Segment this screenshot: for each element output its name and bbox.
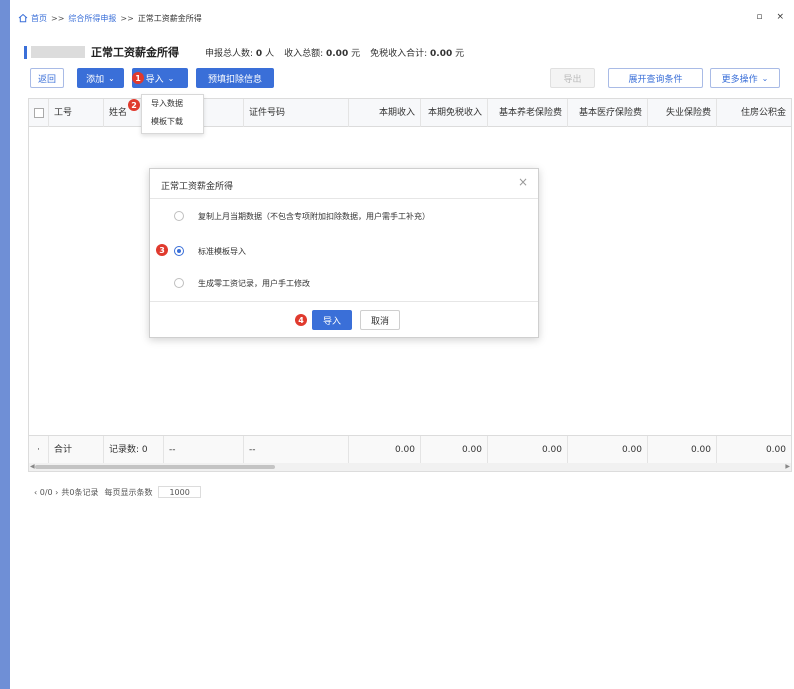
summary-row: · 合计 记录数: 0 -- -- 0.00 0.00 0.00 0.00 0.… [29, 435, 791, 464]
step-badge-1: 1 [132, 72, 144, 84]
scroll-left-icon[interactable]: ◀ [30, 463, 35, 471]
pagination: ‹ 0/0 › 共0条记录 每页显示条数 1000 [34, 486, 201, 498]
chevron-down-icon: ⌄ [108, 73, 115, 83]
total-records: 共0条记录 [61, 487, 99, 497]
summary-cell: 0.00 [568, 436, 648, 464]
import-dialog: 正常工资薪金所得 × 复制上月当期数据（不包含专项附加扣除数据，用户需手工补充）… [149, 168, 539, 338]
option-label: 生成零工资记录，用户手工修改 [198, 278, 310, 288]
tax-free-total-unit: 元 [455, 48, 465, 59]
page: 首页 >> 综合所得申报 >> 正常工资薪金所得 ▫ × 正常工资薪金所得 申报… [10, 0, 794, 689]
dialog-title: 正常工资薪金所得 [161, 182, 234, 192]
column-header[interactable]: 住房公积金 [717, 99, 791, 127]
add-button[interactable]: 添加 ⌄ [77, 68, 124, 88]
select-all-checkbox[interactable] [34, 108, 44, 118]
close-icon[interactable]: × [518, 175, 528, 189]
summary-cell: 0.00 [765, 445, 786, 455]
column-header[interactable]: 证件号码 [244, 99, 349, 127]
import-option-zero-salary[interactable]: 生成零工资记录，用户手工修改 [174, 276, 310, 290]
summary-cell: -- [164, 436, 244, 464]
radio-standard-template[interactable] [174, 246, 184, 256]
home-icon[interactable] [18, 13, 28, 23]
import-dropdown-menu: 导入数据 模板下载 [141, 94, 204, 134]
income-total-unit: 元 [351, 48, 361, 59]
select-all-cell [29, 99, 49, 127]
close-icon[interactable]: × [776, 12, 784, 22]
per-page-input[interactable]: 1000 [158, 486, 201, 498]
horizontal-scrollbar[interactable]: ◀ ▶ [29, 463, 791, 471]
summary-cell: -- [244, 436, 349, 464]
total-people-label: 申报总人数: [205, 48, 254, 59]
step-badge-2: 2 [128, 99, 140, 111]
scrollbar-thumb[interactable] [35, 465, 275, 469]
title-accent-bar [24, 45, 27, 59]
income-total-stat: 收入总额: 0.00 元 [284, 46, 360, 59]
redacted-company-name [31, 46, 85, 58]
export-button[interactable]: 导出 [550, 68, 595, 88]
tax-free-total-label: 免税收入合计: [370, 48, 428, 59]
total-people-stat: 申报总人数: 0 人 [205, 46, 274, 59]
back-button[interactable]: 返回 [30, 68, 64, 88]
breadcrumb: 首页 >> 综合所得申报 >> 正常工资薪金所得 ▫ × [10, 8, 794, 28]
column-header[interactable]: 本期免税收入 [421, 99, 488, 127]
column-header[interactable]: 工号 [49, 99, 104, 127]
column-header[interactable]: 基本医疗保险费 [568, 99, 648, 127]
summary-cell: 0.00 [421, 436, 488, 464]
import-option-standard-template[interactable]: 标准模板导入 [174, 244, 246, 258]
column-header[interactable]: 基本养老保险费 [488, 99, 568, 127]
breadcrumb-separator: >> [51, 13, 65, 23]
summary-total-label: 合计 [49, 436, 104, 464]
page-header: 正常工资薪金所得 申报总人数: 0 人 收入总额: 0.00 元 免税收入合计:… [24, 42, 784, 62]
tax-free-total-stat: 免税收入合计: 0.00 元 [370, 46, 464, 59]
more-actions-button[interactable]: 更多操作 ⌄ [710, 68, 780, 88]
income-total-value: 0.00 [326, 48, 349, 59]
total-people-unit: 人 [265, 48, 275, 59]
total-people-value: 0 [255, 48, 263, 59]
prefill-deduction-button[interactable]: 预填扣除信息 [196, 68, 274, 88]
import-option-copy-last-month[interactable]: 复制上月当期数据（不包含专项附加扣除数据，用户需手工补充） [174, 209, 430, 223]
step-badge-4: 4 [295, 314, 307, 326]
summary-cell: 0.00 [488, 436, 568, 464]
confirm-import-button[interactable]: 导入 [312, 310, 352, 330]
add-button-label: 添加 [86, 74, 105, 85]
page-nav[interactable]: ‹ 0/0 › [34, 488, 58, 497]
expand-query-button[interactable]: 展开查询条件 [608, 68, 703, 88]
option-label: 复制上月当期数据（不包含专项附加扣除数据，用户需手工补充） [198, 211, 430, 221]
breadcrumb-home[interactable]: 首页 [31, 13, 47, 24]
summary-record-count: 记录数: 0 [104, 436, 164, 464]
per-page-label: 每页显示条数 [104, 487, 153, 497]
radio-copy-last-month[interactable] [174, 211, 184, 221]
restore-icon[interactable]: ▫ [756, 12, 762, 22]
radio-zero-salary[interactable] [174, 278, 184, 288]
summary-marker: · [29, 436, 49, 464]
more-actions-label: 更多操作 [721, 74, 758, 85]
import-button-label: 导入 [145, 74, 164, 85]
column-header[interactable]: 本期收入 [349, 99, 421, 127]
dialog-header: 正常工资薪金所得 × [150, 169, 538, 199]
income-total-label: 收入总额: [284, 48, 324, 59]
page-title: 正常工资薪金所得 [91, 46, 179, 59]
step-badge-3: 3 [156, 244, 168, 256]
dialog-footer: 导入 取消 [150, 301, 538, 337]
column-header[interactable]: 失业保险费 [648, 99, 717, 127]
summary-cell: 0.00 [648, 436, 717, 464]
menu-item-template-download[interactable]: 模板下载 [142, 113, 203, 131]
menu-item-import-data[interactable]: 导入数据 [142, 95, 203, 113]
breadcrumb-separator: >> [120, 13, 134, 23]
chevron-down-icon: ⌄ [167, 73, 175, 83]
breadcrumb-comprehensive-income[interactable]: 综合所得申报 [68, 13, 116, 24]
breadcrumb-current: 正常工资薪金所得 [137, 13, 202, 23]
left-side-strip [0, 0, 10, 689]
option-label: 标准模板导入 [198, 246, 246, 256]
scroll-right-icon[interactable]: ▶ [785, 463, 790, 471]
cancel-button[interactable]: 取消 [360, 310, 400, 330]
summary-cell: 0.00 [349, 436, 421, 464]
chevron-down-icon: ⌄ [761, 73, 769, 83]
tax-free-total-value: 0.00 [430, 48, 453, 59]
toolbar: 返回 添加 ⌄ 导入 ⌄ 预填扣除信息 导出 展开查询条件 更多操作 ⌄ [30, 68, 790, 88]
